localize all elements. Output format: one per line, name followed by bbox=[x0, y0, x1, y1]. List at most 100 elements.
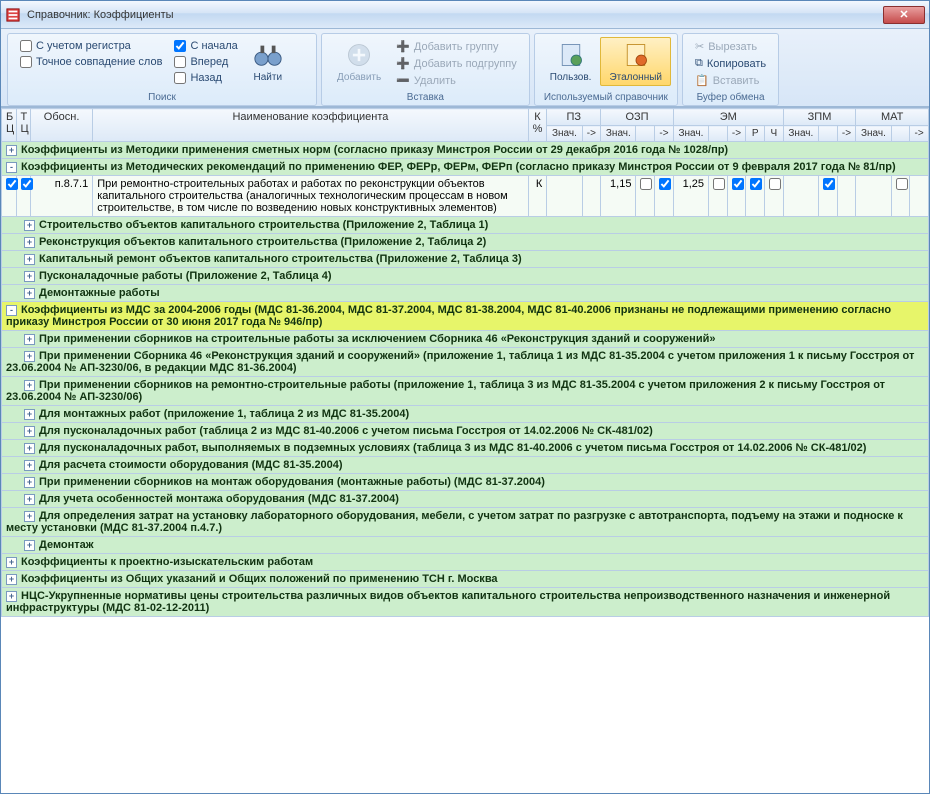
etalon-ref-button[interactable]: Эталонный bbox=[600, 37, 671, 86]
expander-icon[interactable]: + bbox=[24, 380, 35, 391]
group-row[interactable]: + При применении сборников на строительны… bbox=[2, 331, 929, 348]
cut-button[interactable]: ✂Вырезать bbox=[693, 39, 768, 54]
col-ozp[interactable]: ОЗП bbox=[601, 109, 674, 126]
expander-icon[interactable]: + bbox=[6, 591, 17, 602]
tc-checkbox[interactable] bbox=[21, 178, 33, 190]
expander-icon[interactable]: + bbox=[6, 574, 17, 585]
group-row[interactable]: + Пусконаладочные работы (Приложение 2, Т… bbox=[2, 268, 929, 285]
expander-icon[interactable]: + bbox=[24, 351, 35, 362]
binoculars-icon bbox=[253, 40, 283, 70]
minus-icon: ➖ bbox=[396, 74, 410, 87]
ribbon-group-search: С учетом регистра Точное совпадение слов… bbox=[7, 33, 317, 106]
group-label: Демонтаж bbox=[39, 539, 94, 551]
group-label: При применении сборников на строительные… bbox=[39, 333, 715, 345]
expander-icon[interactable]: + bbox=[24, 288, 35, 299]
col-pz[interactable]: ПЗ bbox=[547, 109, 601, 126]
group-label: Строительство объектов капитального стро… bbox=[39, 219, 488, 231]
expander-icon[interactable]: - bbox=[6, 305, 17, 316]
group-label: Коэффициенты из МДС за 2004-2006 годы (М… bbox=[6, 304, 891, 328]
expander-icon[interactable]: + bbox=[24, 220, 35, 231]
group-row[interactable]: -Коэффициенты из Методических рекомендац… bbox=[2, 159, 929, 176]
paste-button[interactable]: 📋Вставить bbox=[693, 73, 768, 88]
group-row[interactable]: +НЦС-Укрупненные нормативы цены строител… bbox=[2, 588, 929, 617]
group-row[interactable]: +Для расчета стоимости оборудования (МДС… bbox=[2, 457, 929, 474]
expander-icon[interactable]: + bbox=[24, 511, 35, 522]
group-label: При применении Сборника 46 «Реконструкци… bbox=[6, 350, 914, 374]
bc-checkbox[interactable] bbox=[6, 178, 18, 190]
paste-icon: 📋 bbox=[695, 74, 709, 87]
expander-icon[interactable]: + bbox=[24, 409, 35, 420]
scissors-icon: ✂ bbox=[695, 40, 704, 53]
expander-icon[interactable]: + bbox=[24, 477, 35, 488]
group-row[interactable]: + При применении сборников на монтаж обор… bbox=[2, 474, 929, 491]
group-row[interactable]: + Для пусконаладочных работ (таблица 2 из… bbox=[2, 423, 929, 440]
group-label: Пусконаладочные работы (Приложение 2, Та… bbox=[39, 270, 332, 282]
copy-button[interactable]: ⧉Копировать bbox=[693, 56, 768, 71]
col-kpct[interactable]: К % bbox=[528, 109, 547, 142]
ribbon-group-buffer: ✂Вырезать ⧉Копировать 📋Вставить Буфер об… bbox=[682, 33, 779, 106]
col-em[interactable]: ЭМ bbox=[673, 109, 783, 126]
ribbon: С учетом регистра Точное совпадение слов… bbox=[1, 29, 929, 107]
col-mat[interactable]: МАТ bbox=[856, 109, 929, 126]
col-bc[interactable]: БЦ bbox=[2, 109, 17, 142]
group-label: Реконструкция объектов капитального стро… bbox=[39, 236, 486, 248]
group-row[interactable]: + Для монтажных работ (приложение 1, табл… bbox=[2, 406, 929, 423]
expander-icon[interactable]: + bbox=[24, 271, 35, 282]
expander-icon[interactable]: + bbox=[24, 254, 35, 265]
expander-icon[interactable]: + bbox=[24, 460, 35, 471]
col-tc[interactable]: ТЦ bbox=[16, 109, 31, 142]
group-label: НЦС-Укрупненные нормативы цены строитель… bbox=[6, 590, 890, 614]
group-row[interactable]: +Для определения затрат на установку лаб… bbox=[2, 508, 929, 537]
expander-icon[interactable]: - bbox=[6, 162, 17, 173]
col-zpm[interactable]: ЗПМ bbox=[783, 109, 856, 126]
group-row[interactable]: +При применении сборников на ремонтно-ст… bbox=[2, 377, 929, 406]
expander-icon[interactable]: + bbox=[24, 540, 35, 551]
group-row[interactable]: + Реконструкция объектов капитального стр… bbox=[2, 234, 929, 251]
ribbon-group-insert: Добавить ➕Добавить группу ➕Добавить подг… bbox=[321, 33, 530, 106]
app-window: Справочник: Коэффициенты ✕ С учетом реги… bbox=[0, 0, 930, 794]
group-row[interactable]: +Коэффициенты из Общих указаний и Общих … bbox=[2, 571, 929, 588]
opt-s-uchetom[interactable]: С учетом регистра bbox=[18, 39, 164, 53]
group-row[interactable]: +Коэффициенты к проектно-изыскательским … bbox=[2, 554, 929, 571]
expander-icon[interactable]: + bbox=[6, 145, 17, 156]
group-row[interactable]: +Капитальный ремонт объектов капитальног… bbox=[2, 251, 929, 268]
expander-icon[interactable]: + bbox=[24, 237, 35, 248]
find-button[interactable]: Найти bbox=[244, 37, 292, 86]
group-row[interactable]: -Коэффициенты из МДС за 2004-2006 годы (… bbox=[2, 302, 929, 331]
group-label: Для пусконаладочных работ (таблица 2 из … bbox=[39, 425, 653, 437]
group-label: Демонтажные работы bbox=[39, 287, 160, 299]
add-subgroup-button[interactable]: ➕Добавить подгруппу bbox=[394, 56, 519, 71]
group-label: Для учета особенностей монтажа оборудова… bbox=[39, 493, 399, 505]
opt-s-nachala[interactable]: С начала bbox=[172, 39, 239, 53]
group-row[interactable]: + Для учета особенностей монтажа оборудов… bbox=[2, 491, 929, 508]
opt-tochnoe[interactable]: Точное совпадение слов bbox=[18, 55, 164, 69]
group-label: Для монтажных работ (приложение 1, табли… bbox=[39, 408, 409, 420]
col-naim[interactable]: Наименование коэффициента bbox=[93, 109, 528, 142]
expander-icon[interactable]: + bbox=[24, 426, 35, 437]
grid-area[interactable]: БЦ ТЦ Обосн. Наименование коэффициента К… bbox=[1, 107, 929, 793]
expander-icon[interactable]: + bbox=[24, 494, 35, 505]
group-row[interactable]: +При применении Сборника 46 «Реконструкц… bbox=[2, 348, 929, 377]
col-obosn[interactable]: Обосн. bbox=[31, 109, 93, 142]
user-ref-button[interactable]: Пользов. bbox=[541, 37, 601, 86]
plus-small-icon: ➕ bbox=[396, 57, 410, 70]
close-button[interactable]: ✕ bbox=[883, 6, 925, 24]
opt-nazad[interactable]: Назад bbox=[172, 71, 239, 85]
group-row[interactable]: + Строительство объектов капитального стр… bbox=[2, 217, 929, 234]
expander-icon[interactable]: + bbox=[24, 443, 35, 454]
group-label: При применении сборников на монтаж обору… bbox=[39, 476, 545, 488]
expander-icon[interactable]: + bbox=[24, 334, 35, 345]
group-row[interactable]: + Демонтажные работы bbox=[2, 285, 929, 302]
group-row[interactable]: +Коэффициенты из Методики применения сме… bbox=[2, 142, 929, 159]
delete-button[interactable]: ➖Удалить bbox=[394, 73, 519, 88]
plus-small-icon: ➕ bbox=[396, 40, 410, 53]
table-row[interactable]: п.8.7.1При ремонтно-строительных работах… bbox=[2, 176, 929, 217]
group-row[interactable]: + Для пусконаладочных работ, выполняемых … bbox=[2, 440, 929, 457]
opt-vpered[interactable]: Вперед bbox=[172, 55, 239, 69]
add-button[interactable]: Добавить bbox=[328, 37, 390, 86]
group-label: Коэффициенты из Методических рекомендаци… bbox=[21, 161, 896, 173]
group-label: Для пусконаладочных работ, выполняемых в… bbox=[39, 442, 866, 454]
expander-icon[interactable]: + bbox=[6, 557, 17, 568]
add-group-button[interactable]: ➕Добавить группу bbox=[394, 39, 519, 54]
group-row[interactable]: + Демонтаж bbox=[2, 537, 929, 554]
